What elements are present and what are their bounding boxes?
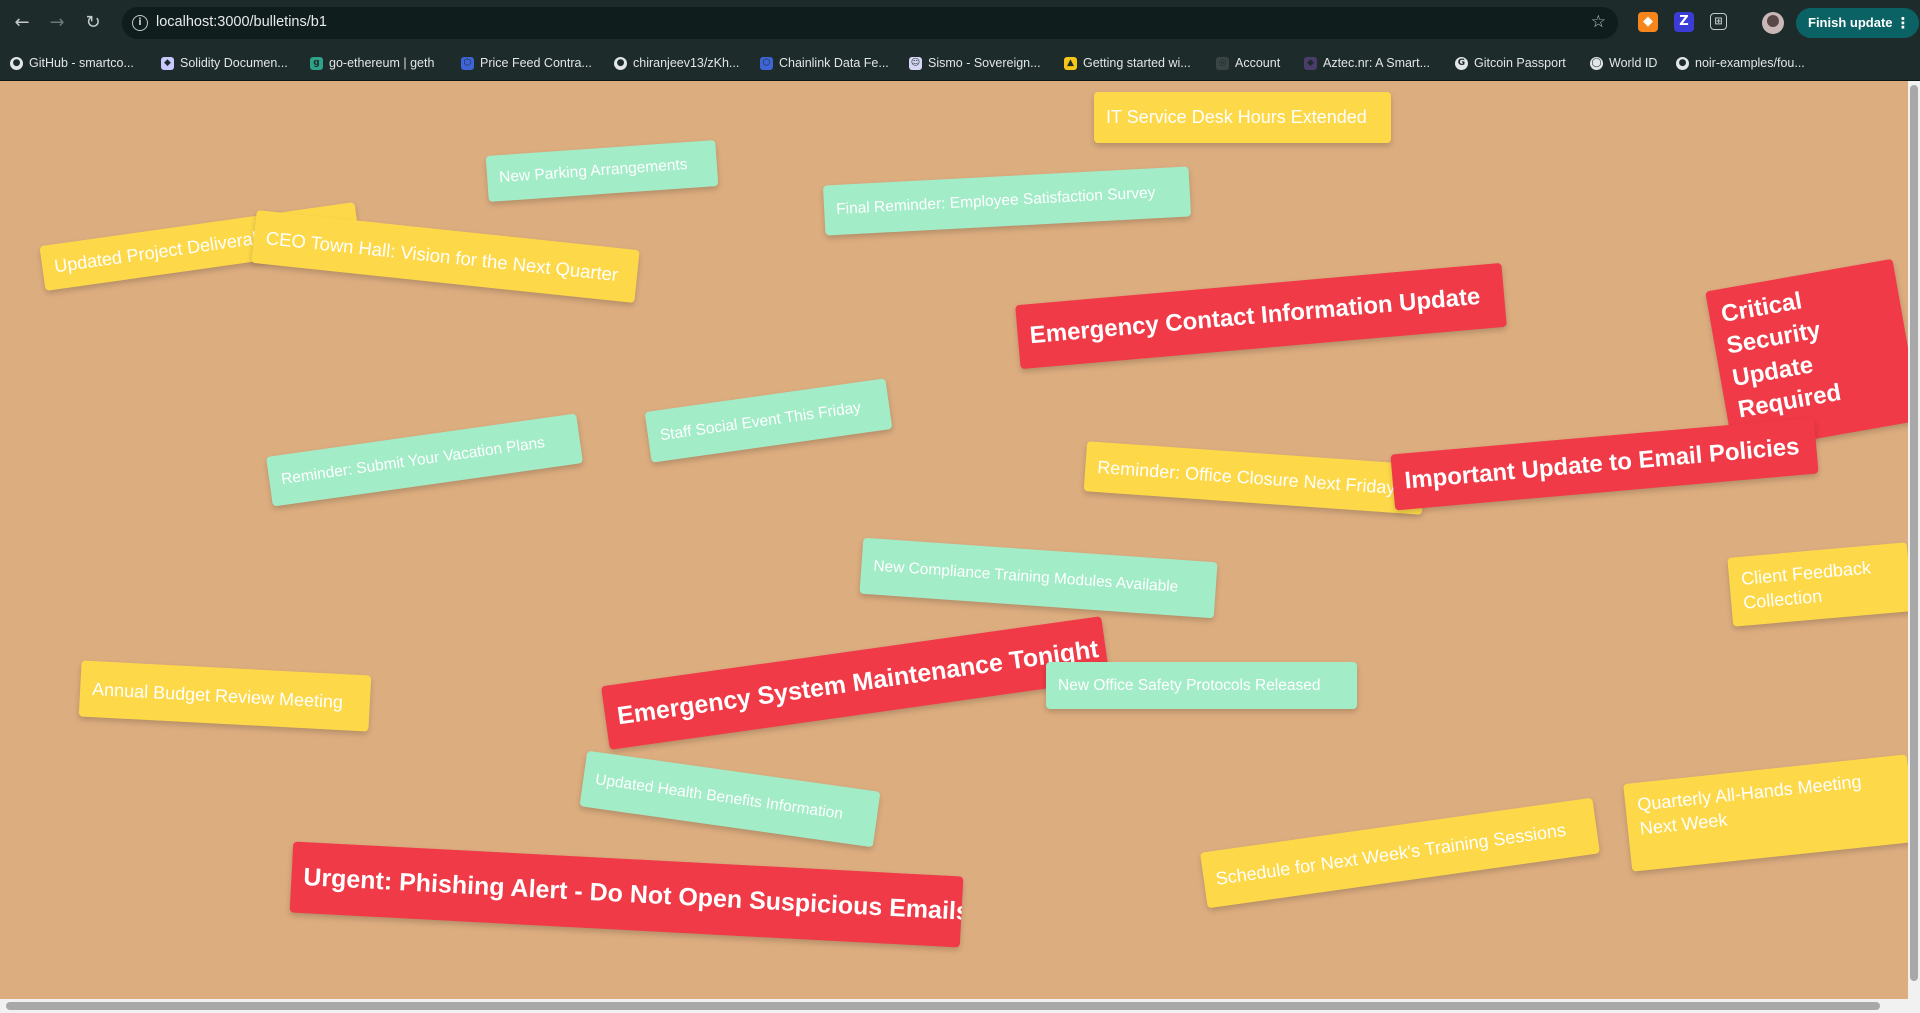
site-info-icon[interactable]: i	[132, 15, 148, 31]
finish-update-label: Finish update	[1808, 15, 1893, 30]
solidity-icon: ◆	[161, 56, 174, 70]
bookmark-item[interactable]: G Gitcoin Passport	[1455, 46, 1566, 80]
github-icon: ●	[10, 56, 23, 70]
geth-icon: g	[310, 56, 323, 70]
bulletin-title: Important Update to Email Policies	[1403, 433, 1801, 495]
bookmark-label: go-ethereum | geth	[329, 56, 435, 70]
bulletin-note-new-parking[interactable]: New Parking Arrangements	[485, 140, 719, 202]
bulletin-note-compliance-training[interactable]: New Compliance Training Modules Availabl…	[859, 537, 1218, 619]
bulletin-title: Final Reminder: Employee Satisfaction Su…	[835, 184, 1156, 218]
bookmark-label: GitHub - smartco...	[29, 56, 134, 70]
bulletin-note-office-closure-reminder[interactable]: Reminder: Office Closure Next Friday	[1083, 441, 1426, 515]
profile-avatar[interactable]	[1762, 12, 1784, 34]
bulletin-note-emergency-maintenance[interactable]: Emergency System Maintenance Tonight	[601, 616, 1110, 750]
bulletin-title: Reminder: Submit Your Vacation Plans	[280, 434, 546, 489]
bulletin-title: Emergency Contact Information Update	[1028, 282, 1482, 350]
bulletin-title: New Compliance Training Modules Availabl…	[872, 557, 1179, 596]
bulletin-note-staff-social-event[interactable]: Staff Social Event This Friday	[644, 378, 893, 463]
bulletin-title: New Office Safety Protocols Released	[1058, 677, 1321, 694]
bulletin-board: IT Service Desk Hours Extended New Parkin…	[0, 81, 1908, 999]
bookmark-item[interactable]: ◆ Solidity Documen...	[161, 46, 288, 80]
vertical-scrollbar-thumb[interactable]	[1910, 85, 1918, 981]
metamask-extension-icon[interactable]: ◆	[1638, 12, 1658, 32]
browser-toolbar: ← → ↻ i localhost:3000/bulletins/b1 ☆ ◆ …	[0, 0, 1920, 46]
reload-icon[interactable]: ↻	[80, 10, 106, 36]
bulletin-note-emergency-contact-info[interactable]: Emergency Contact Information Update	[1015, 262, 1507, 370]
back-arrow-icon[interactable]: ←	[9, 10, 35, 36]
address-bar[interactable]: i localhost:3000/bulletins/b1 ☆	[122, 7, 1618, 39]
bulletin-note-phishing-alert[interactable]: Urgent: Phishing Alert - Do Not Open Sus…	[289, 841, 964, 948]
bookmark-label: World ID	[1609, 56, 1658, 70]
bulletin-title: CEO Town Hall: Vision for the Next Quart…	[264, 227, 620, 286]
chainlink-icon: ⬡	[461, 56, 474, 70]
warning-icon: ▲	[1064, 56, 1077, 70]
bulletin-note-office-safety-protocols[interactable]: New Office Safety Protocols Released	[1046, 662, 1357, 709]
bookmark-label: chiranjeev13/zKh...	[633, 56, 740, 70]
bookmark-item[interactable]: g go-ethereum | geth	[310, 46, 434, 80]
bookmark-label: Sismo - Sovereign...	[928, 56, 1041, 70]
chainlink-icon: ⬡	[760, 56, 773, 70]
bookmark-label: Gitcoin Passport	[1474, 56, 1566, 70]
bulletin-note-final-reminder-survey[interactable]: Final Reminder: Employee Satisfaction Su…	[822, 166, 1192, 236]
bookmark-item[interactable]: ● chiranjeev13/zKh...	[614, 46, 739, 80]
bookmark-label: Price Feed Contra...	[480, 56, 592, 70]
bulletin-note-quarterly-all-hands[interactable]: Quarterly All-Hands Meeting Next Week	[1623, 754, 1908, 872]
bulletin-title: Critical Security Update Required	[1719, 287, 1844, 424]
horizontal-scrollbar[interactable]	[0, 999, 1908, 1013]
horizontal-scrollbar-thumb[interactable]	[6, 1002, 1880, 1010]
worldid-icon: ◯	[1590, 56, 1603, 70]
github-icon: ●	[1676, 56, 1689, 70]
gitcoin-icon: G	[1455, 56, 1468, 70]
account-icon: ◎	[1216, 56, 1229, 70]
bookmark-item[interactable]: ◆ Aztec.nr: A Smart...	[1304, 46, 1430, 80]
bulletin-note-training-sessions-schedule[interactable]: Schedule for Next Week's Training Sessio…	[1200, 797, 1600, 909]
bookmark-item[interactable]: ⬡ Price Feed Contra...	[461, 46, 592, 80]
url-text[interactable]: localhost:3000/bulletins/b1	[156, 14, 327, 30]
bulletin-title: Annual Budget Review Meeting	[91, 679, 344, 713]
extension-z-icon[interactable]: Z	[1674, 12, 1694, 32]
bookmark-label: noir-examples/fou...	[1695, 56, 1805, 70]
forward-arrow-icon[interactable]: →	[44, 10, 70, 36]
bulletin-title: Quarterly All-Hands Meeting Next Week	[1636, 771, 1863, 839]
bookmark-item[interactable]: ● GitHub - smartco...	[10, 46, 134, 80]
bookmark-item[interactable]: ☺ Sismo - Sovereign...	[909, 46, 1041, 80]
bulletin-note-health-benefits[interactable]: Updated Health Benefits Information	[579, 750, 881, 848]
more-menu-icon[interactable]: ⋮	[1896, 8, 1911, 38]
bulletin-title: Reminder: Office Closure Next Friday	[1096, 457, 1397, 498]
bulletin-title: Staff Social Event This Friday	[658, 399, 863, 445]
bookmark-item[interactable]: ▲ Getting started wi...	[1064, 46, 1191, 80]
sismo-icon: ☺	[909, 56, 922, 70]
bulletin-note-vacation-plans-reminder[interactable]: Reminder: Submit Your Vacation Plans	[266, 413, 583, 507]
aztec-icon: ◆	[1304, 56, 1317, 70]
bulletin-title: IT Service Desk Hours Extended	[1106, 107, 1367, 127]
bookmark-label: Account	[1235, 56, 1281, 70]
bulletin-title: Urgent: Phishing Alert - Do Not Open Sus…	[302, 863, 964, 926]
bulletin-title: New Parking Arrangements	[498, 156, 689, 187]
bookmarks-bar: ● GitHub - smartco... ◆ Solidity Documen...…	[0, 46, 1920, 81]
bookmark-item[interactable]: ◯ World ID	[1590, 46, 1657, 80]
extensions-puzzle-icon[interactable]: ⊞	[1710, 13, 1727, 30]
vertical-scrollbar[interactable]	[1908, 81, 1920, 1013]
bookmark-item[interactable]: ◎ Account	[1216, 46, 1280, 80]
bulletin-note-client-feedback[interactable]: Client Feedback Collection	[1727, 542, 1908, 627]
bookmark-label: Aztec.nr: A Smart...	[1323, 56, 1430, 70]
bookmark-item[interactable]: ⬡ Chainlink Data Fe...	[760, 46, 889, 80]
bookmark-item[interactable]: ● noir-examples/fou...	[1676, 46, 1805, 80]
bulletin-note-email-policies-update[interactable]: Important Update to Email Policies	[1390, 417, 1819, 511]
bulletin-note-ceo-town-hall[interactable]: CEO Town Hall: Vision for the Next Quart…	[251, 210, 640, 303]
bookmark-label: Chainlink Data Fe...	[779, 56, 889, 70]
bookmark-star-icon[interactable]: ☆	[1591, 12, 1606, 32]
bulletin-title: Schedule for Next Week's Training Sessio…	[1214, 819, 1568, 889]
bulletin-note-annual-budget-review[interactable]: Annual Budget Review Meeting	[78, 660, 372, 732]
bookmark-label: Solidity Documen...	[180, 56, 288, 70]
bulletin-title: Emergency System Maintenance Tonight	[615, 634, 1101, 731]
github-icon: ●	[614, 56, 627, 70]
bookmark-label: Getting started wi...	[1083, 56, 1191, 70]
bulletin-title: Client Feedback Collection	[1740, 557, 1872, 614]
finish-update-button[interactable]: Finish update ⋮	[1796, 8, 1919, 38]
bulletin-note-it-service-desk[interactable]: IT Service Desk Hours Extended	[1094, 92, 1391, 143]
bulletin-title: Updated Health Benefits Information	[594, 771, 845, 823]
